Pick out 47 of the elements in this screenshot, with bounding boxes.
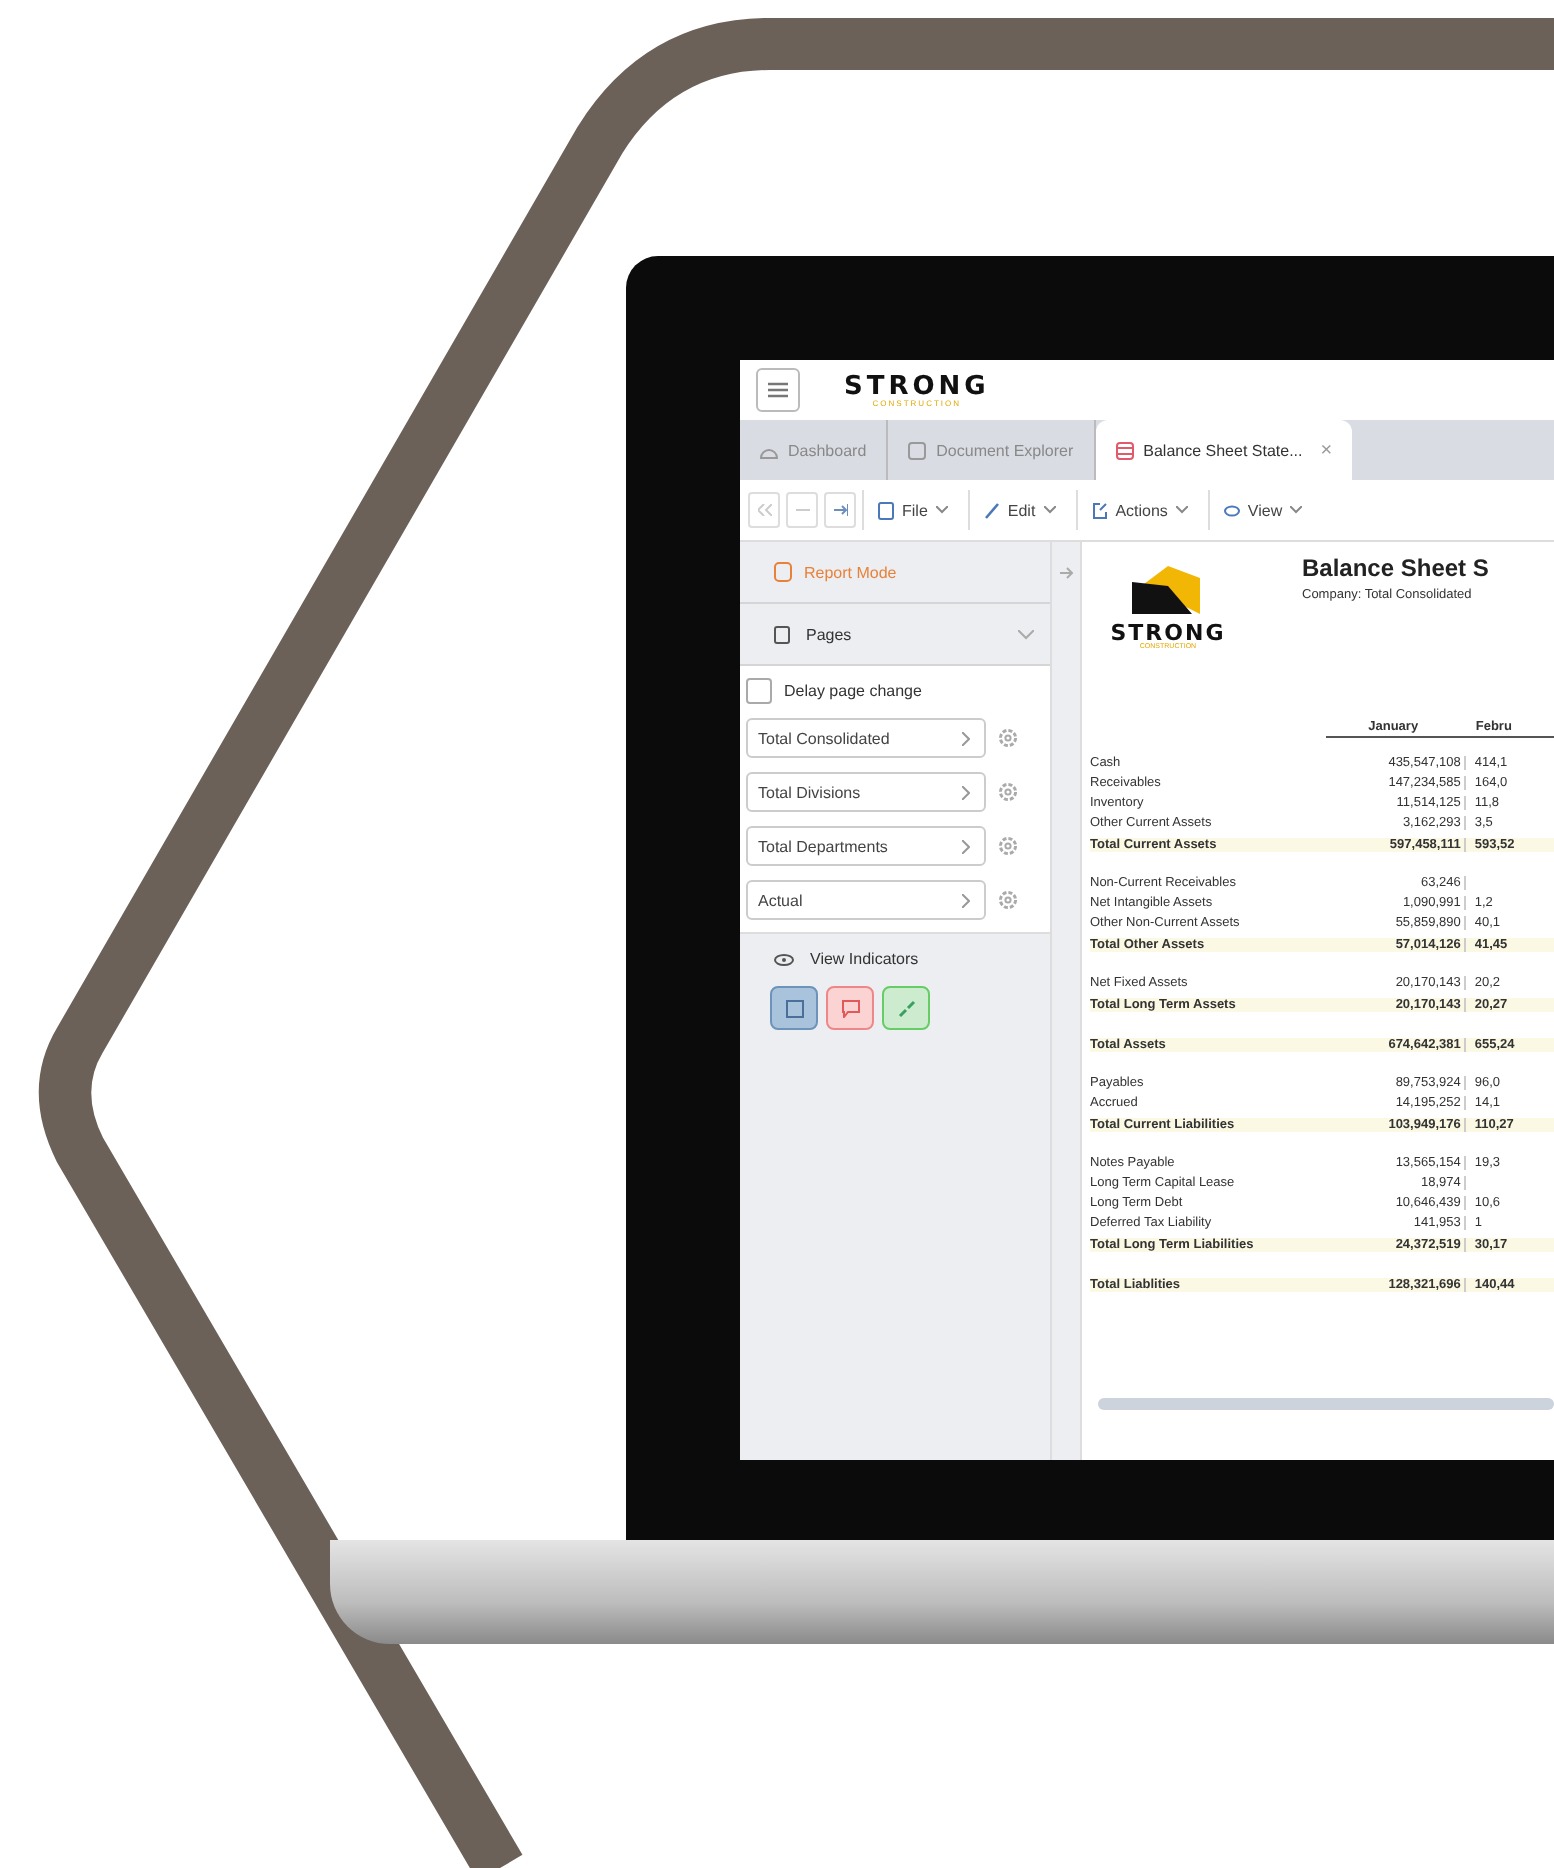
dock-button[interactable] [824,492,856,528]
settings-icon[interactable] [998,890,1018,910]
list-icon [785,999,803,1017]
page-selector[interactable]: Actual [746,880,986,920]
horizontal-scrollbar[interactable] [1098,1398,1554,1410]
brand-logo-text: STRONG [844,373,990,399]
collapse-button[interactable] [748,492,780,528]
chevron-down-icon [935,506,948,514]
arrow-right-icon[interactable] [1059,566,1073,580]
expand-button[interactable] [786,492,818,528]
chevron-down-icon [1018,629,1034,639]
checkbox-label: Delay page change [784,682,922,700]
checkbox[interactable] [746,678,772,704]
report-icon [774,562,792,582]
double-chevron-icon [757,504,771,516]
page-selector[interactable]: Total Departments [746,826,986,866]
chevron-down-icon [1175,506,1188,514]
settings-icon[interactable] [998,782,1018,802]
list-indicator-button[interactable] [770,986,818,1030]
tab[interactable]: Balance Sheet State... × [1095,420,1353,480]
folder-icon [908,441,927,459]
document-icon [1115,441,1134,459]
menu-button[interactable] [756,368,800,412]
eye-icon [774,953,794,965]
speech-bubble-icon [841,999,859,1017]
chevron-right-icon [962,785,970,799]
comment-indicator-button[interactable] [826,986,874,1030]
page-selector[interactable]: Total Consolidated [746,718,986,758]
report-title: Balance Sheet S [1302,554,1489,582]
chevron-right-icon [962,839,970,853]
chevron-down-icon [1043,506,1056,514]
report-logo-text: STRONG [1110,622,1226,644]
view-indicators-label: View Indicators [810,950,919,968]
link-indicator-button[interactable] [882,986,930,1030]
export-icon [1091,501,1108,519]
settings-icon[interactable] [998,728,1018,748]
chevron-right-icon [962,731,970,745]
page-selector[interactable]: Total Divisions [746,772,986,812]
chevron-down-icon [1290,506,1303,514]
chevron-right-icon [962,893,970,907]
eye-icon [1223,501,1240,519]
pages-header[interactable]: Pages [806,625,852,643]
arrow-bar-icon [833,504,847,516]
file-icon [878,501,894,519]
settings-icon[interactable] [998,836,1018,856]
pages-icon [774,625,790,643]
menu-icon [768,382,788,398]
